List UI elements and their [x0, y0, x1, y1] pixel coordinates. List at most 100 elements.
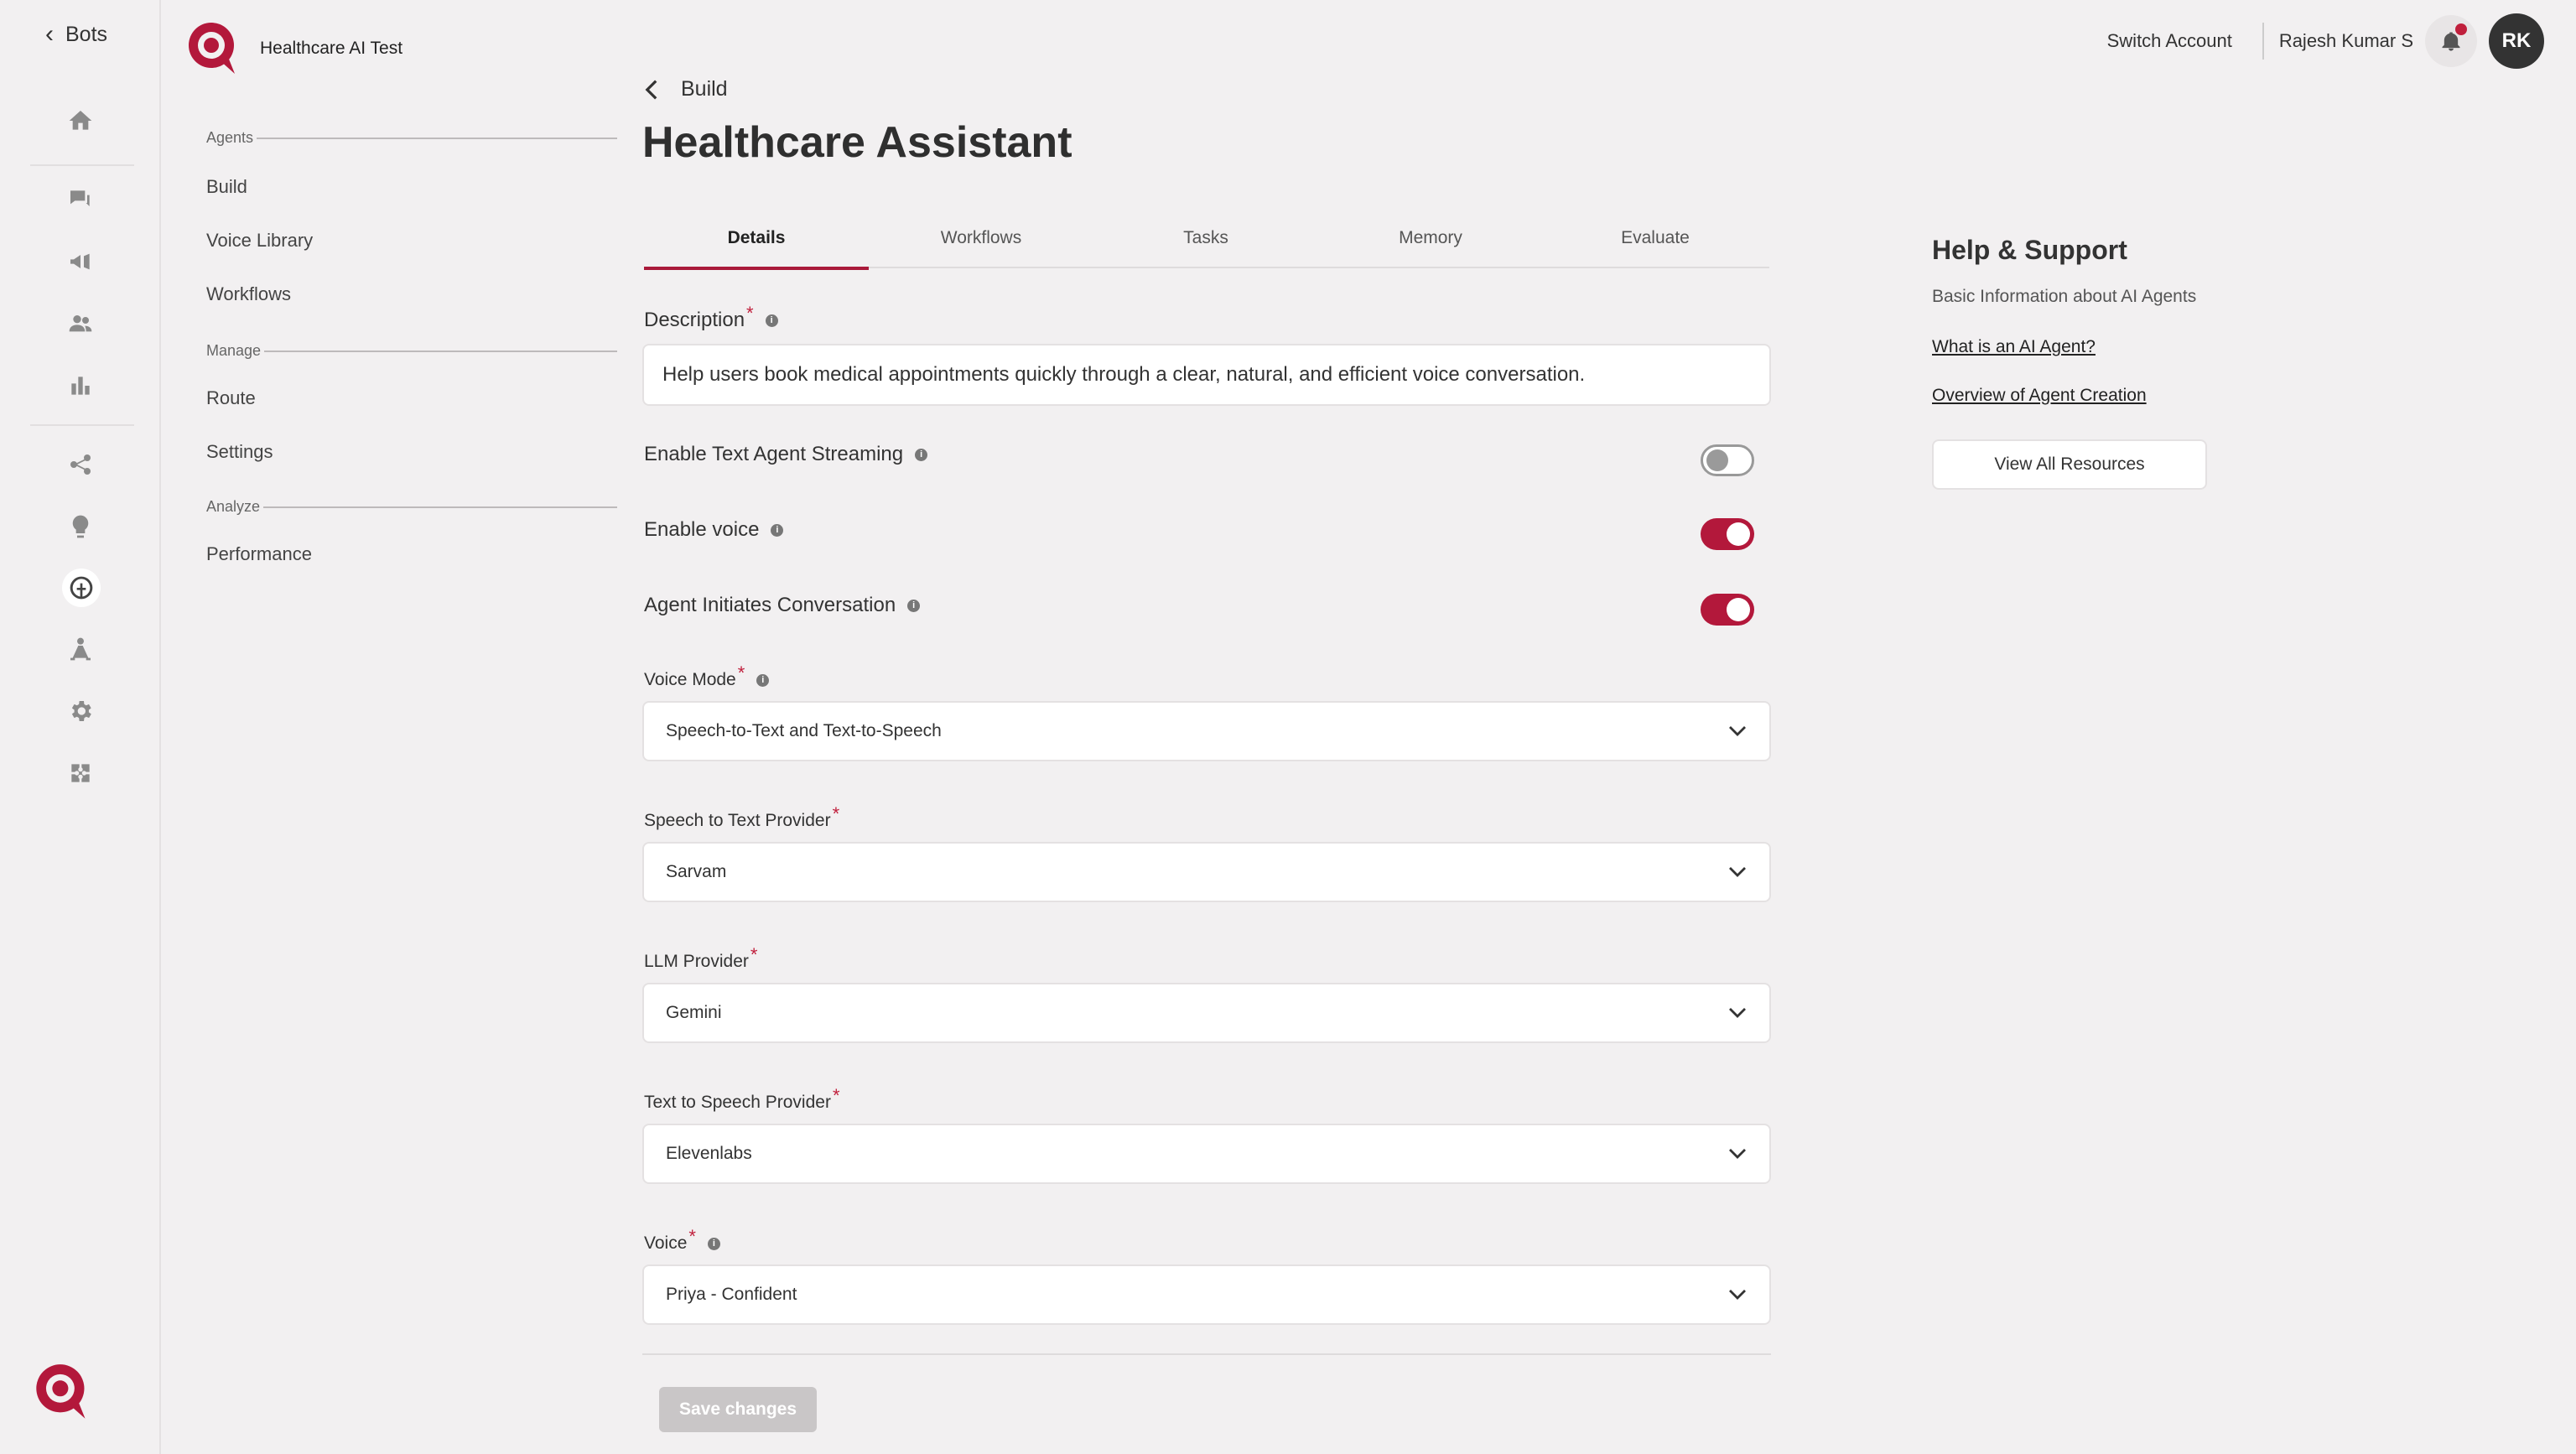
voice-select[interactable]: Priya - Confident	[642, 1264, 1771, 1325]
info-icon[interactable]: i	[907, 599, 921, 612]
info-icon[interactable]: i	[915, 448, 928, 461]
brand-logo-icon	[189, 23, 235, 74]
toggle-label-text: Agent Initiates Conversation	[644, 594, 896, 616]
chevron-down-icon	[1729, 726, 1746, 736]
toggle-label-text: Enable voice	[644, 518, 760, 541]
back-to-bots-link[interactable]: ‹ Bots	[45, 22, 107, 47]
voice-label: Voice * i	[644, 1226, 720, 1254]
back-label: Bots	[65, 22, 108, 46]
stt-provider-select[interactable]: Sarvam	[642, 842, 1771, 902]
stt-provider-label: Speech to Text Provider *	[644, 803, 839, 832]
puzzle-icon[interactable]	[60, 753, 101, 793]
sidebar-item-route[interactable]: Route	[206, 387, 256, 409]
chevron-down-icon	[1729, 1290, 1746, 1300]
home-icon[interactable]	[60, 101, 101, 141]
notifications-button[interactable]	[2425, 15, 2477, 67]
bar-chart-icon[interactable]	[60, 366, 101, 406]
brand-header: Healthcare AI Test	[186, 20, 402, 77]
help-link-what-is-agent[interactable]: What is an AI Agent?	[1932, 337, 2096, 357]
sidebar-section-manage: Manage	[206, 342, 617, 360]
info-icon[interactable]: i	[765, 314, 778, 327]
chevron-left-icon	[645, 79, 657, 100]
required-mark: *	[832, 803, 840, 824]
tab-evaluate[interactable]: Evaluate	[1543, 210, 1768, 268]
select-value: Speech-to-Text and Text-to-Speech	[666, 721, 942, 740]
brain-icon[interactable]	[62, 569, 101, 607]
app-name: Healthcare AI Test	[260, 39, 403, 58]
select-label-text: Voice	[644, 1233, 688, 1253]
info-icon[interactable]: i	[756, 673, 770, 687]
view-all-resources-button[interactable]: View All Resources	[1932, 439, 2207, 490]
rail-divider	[30, 424, 134, 426]
brand-logo-icon	[36, 1364, 86, 1419]
top-bar: Switch Account Rajesh Kumar S RK	[2107, 13, 2544, 69]
sidebar-item-build[interactable]: Build	[206, 176, 247, 198]
chevron-left-icon: ‹	[45, 20, 54, 48]
toggle-label-enable-voice: Enable voice i	[644, 518, 784, 542]
required-mark: *	[750, 944, 758, 965]
tab-memory[interactable]: Memory	[1318, 210, 1543, 268]
notification-dot	[2455, 23, 2467, 35]
required-mark: *	[688, 1226, 696, 1247]
select-value: Elevenlabs	[666, 1144, 752, 1163]
llm-provider-label: LLM Provider *	[644, 944, 757, 973]
avatar[interactable]: RK	[2489, 13, 2544, 69]
info-icon[interactable]: i	[707, 1237, 720, 1250]
help-subtitle: Basic Information about AI Agents	[1932, 287, 2197, 306]
required-mark: *	[746, 303, 754, 324]
select-label-text: Speech to Text Provider	[644, 811, 831, 830]
toggle-knob	[1727, 522, 1750, 546]
page-title: Healthcare Assistant	[642, 118, 1072, 167]
enable-voice-toggle[interactable]	[1701, 518, 1754, 550]
sidebar-item-performance[interactable]: Performance	[206, 543, 312, 565]
tab-bar: Details Workflows Tasks Memory Evaluate	[644, 210, 1769, 270]
icon-rail: ‹ Bots	[0, 0, 161, 1454]
breadcrumb[interactable]: Build	[642, 77, 728, 101]
tab-workflows[interactable]: Workflows	[869, 210, 1093, 268]
select-value: Priya - Confident	[666, 1285, 797, 1304]
nodes-icon[interactable]	[60, 444, 101, 485]
voice-mode-select[interactable]: Speech-to-Text and Text-to-Speech	[642, 701, 1771, 761]
sidebar-item-settings[interactable]: Settings	[206, 441, 273, 463]
rail-divider	[30, 164, 134, 166]
description-input[interactable]: Help users book medical appointments qui…	[642, 344, 1771, 406]
hierarchy-icon[interactable]	[60, 629, 101, 669]
form-divider	[642, 1353, 1771, 1355]
megaphone-icon[interactable]	[60, 241, 101, 282]
user-name[interactable]: Rajesh Kumar S	[2279, 30, 2413, 52]
users-icon[interactable]	[60, 304, 101, 344]
sidebar-section-analyze: Analyze	[206, 498, 617, 516]
chevron-down-icon	[1729, 1149, 1746, 1159]
toggle-label-text: Enable Text Agent Streaming	[644, 443, 904, 465]
text-streaming-toggle[interactable]	[1701, 444, 1754, 476]
select-label-text: Text to Speech Provider	[644, 1093, 831, 1112]
toggle-label-agent-initiates: Agent Initiates Conversation i	[644, 594, 921, 617]
required-mark: *	[832, 1085, 840, 1106]
sidebar-section-agents: Agents	[206, 129, 617, 147]
select-value: Sarvam	[666, 862, 727, 881]
tts-provider-label: Text to Speech Provider *	[644, 1085, 840, 1114]
tts-provider-select[interactable]: Elevenlabs	[642, 1124, 1771, 1184]
voice-mode-label: Voice Mode * i	[644, 662, 770, 691]
tab-details[interactable]: Details	[644, 210, 869, 270]
sidebar-item-voice-library[interactable]: Voice Library	[206, 230, 313, 252]
toggle-knob	[1706, 449, 1728, 471]
info-icon[interactable]: i	[771, 523, 784, 537]
agent-initiates-toggle[interactable]	[1701, 594, 1754, 626]
lightbulb-icon[interactable]	[60, 506, 101, 547]
toggle-knob	[1727, 598, 1750, 621]
save-changes-button[interactable]: Save changes	[659, 1387, 817, 1432]
chevron-down-icon	[1729, 1008, 1746, 1018]
chat-icon[interactable]	[60, 179, 101, 220]
help-link-agent-creation[interactable]: Overview of Agent Creation	[1932, 386, 2147, 406]
breadcrumb-label: Build	[681, 77, 728, 101]
description-label: Description * i	[644, 303, 778, 332]
gear-icon[interactable]	[60, 691, 101, 731]
description-label-text: Description	[644, 309, 745, 331]
sidebar-item-workflows[interactable]: Workflows	[206, 283, 291, 305]
select-value: Gemini	[666, 1003, 722, 1022]
switch-account-link[interactable]: Switch Account	[2107, 23, 2264, 60]
toggle-label-text-streaming: Enable Text Agent Streaming i	[644, 443, 928, 466]
llm-provider-select[interactable]: Gemini	[642, 983, 1771, 1043]
tab-tasks[interactable]: Tasks	[1093, 210, 1318, 268]
